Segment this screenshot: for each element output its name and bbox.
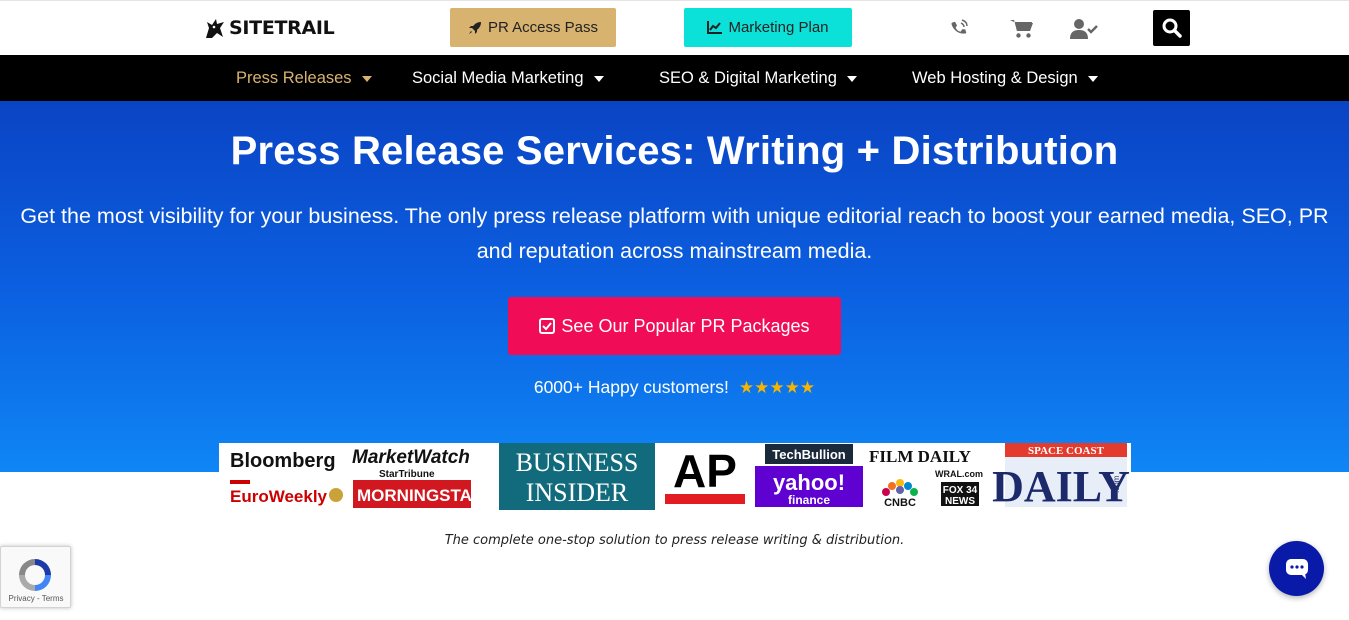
svg-text:DAILY: DAILY — [992, 462, 1130, 510]
svg-text:SPACE COAST: SPACE COAST — [1028, 445, 1105, 457]
svg-text:yahoo!: yahoo! — [773, 470, 845, 495]
nav-label: Social Media Marketing — [412, 69, 584, 87]
recaptcha-privacy-link[interactable]: Privacy — [9, 594, 35, 603]
svg-text:CNBC: CNBC — [884, 497, 916, 509]
rating-stars: ★ ★ ★ ★ ★ — [739, 379, 815, 396]
space-coast-daily-logo: SPACE COAST DAILY .com — [992, 443, 1130, 510]
star-icon: ★ — [754, 378, 770, 397]
search-icon — [1162, 18, 1182, 38]
star-icon: ★ — [738, 378, 755, 397]
svg-text:Bloomberg: Bloomberg — [230, 450, 336, 472]
cart-icon[interactable] — [1010, 18, 1034, 40]
caret-down-icon — [846, 75, 857, 82]
marketing-plan-button[interactable]: Marketing Plan — [684, 8, 852, 47]
main-navigation: Press Releases Social Media Marketing SE… — [0, 55, 1349, 101]
svg-text:WRAL.com: WRAL.com — [935, 469, 983, 479]
svg-text:finance: finance — [788, 493, 830, 507]
marketing-plan-label: Marketing Plan — [728, 19, 829, 36]
film-daily-logo: FILM DAILY — [869, 447, 971, 466]
media-logos-strip: Bloomberg MarketWatch StarTribune EuroWe… — [219, 443, 1131, 510]
pr-access-pass-button[interactable]: PR Access Pass — [450, 8, 616, 47]
nav-item-social-media-marketing[interactable]: Social Media Marketing — [412, 69, 604, 88]
nav-item-web-hosting-design[interactable]: Web Hosting & Design — [912, 69, 1098, 88]
search-button[interactable] — [1153, 10, 1190, 46]
nav-label: Web Hosting & Design — [912, 69, 1078, 87]
svg-text:FILM DAILY: FILM DAILY — [869, 447, 971, 466]
svg-text:NEWS: NEWS — [945, 496, 975, 507]
yahoo-finance-logo: yahoo! finance — [755, 466, 863, 507]
chart-line-icon — [707, 21, 723, 34]
top-bar: SITETRAIL PR Access Pass Marketing Plan — [0, 0, 1349, 55]
site-logo[interactable]: SITETRAIL — [204, 16, 335, 40]
bloomberg-logo: Bloomberg — [230, 450, 336, 472]
svg-text:.com: .com — [1112, 475, 1121, 493]
caret-down-icon — [593, 75, 604, 82]
cta-label: See Our Popular PR Packages — [561, 315, 810, 336]
wral-logo: WRAL.com — [935, 469, 983, 479]
recaptcha-terms-link[interactable]: Terms — [42, 594, 64, 603]
fox34-news-logo: FOX 34 NEWS — [941, 482, 979, 507]
svg-text:BUSINESS: BUSINESS — [516, 448, 639, 477]
nav-label: SEO & Digital Marketing — [659, 69, 837, 87]
caret-down-icon — [361, 75, 372, 82]
happy-customers-text: 6000+ Happy customers! — [533, 377, 729, 397]
svg-text:EuroWeekly: EuroWeekly — [230, 487, 328, 506]
star-icon: ★ — [799, 378, 816, 397]
tagline: The complete one-stop solution to press … — [444, 533, 905, 548]
unicorn-logo-icon — [206, 19, 224, 38]
svg-text:MarketWatch: MarketWatch — [352, 447, 470, 468]
caret-down-icon — [1087, 75, 1098, 82]
recaptcha-badge[interactable]: Privacy - Terms — [0, 546, 71, 608]
svg-text:FOX 34: FOX 34 — [943, 485, 978, 496]
chat-widget-button[interactable] — [1269, 541, 1324, 596]
hero-subtitle: Get the most visibility for your busines… — [20, 204, 1329, 263]
happy-customers: 6000+ Happy customers! ★ ★ ★ ★ ★ — [0, 377, 1349, 398]
phone-icon[interactable] — [950, 18, 968, 40]
ap-logo: AP — [665, 445, 745, 504]
svg-text:MORNINGSTAR: MORNINGSTAR — [357, 486, 484, 505]
nav-item-press-releases[interactable]: Press Releases — [236, 69, 372, 88]
svg-text:AP: AP — [673, 445, 737, 497]
svg-text:TechBullion: TechBullion — [772, 447, 845, 462]
recaptcha-icon — [19, 559, 51, 591]
business-insider-logo: BUSINESS INSIDER — [499, 443, 655, 510]
hero-section: Press Release Services: Writing + Distri… — [0, 101, 1349, 472]
svg-text:StarTribune: StarTribune — [379, 469, 435, 480]
star-icon: ★ — [784, 378, 800, 397]
nav-item-seo-digital-marketing[interactable]: SEO & Digital Marketing — [659, 69, 857, 88]
checkbox-icon — [539, 318, 556, 334]
svg-text:INSIDER: INSIDER — [526, 478, 629, 507]
pr-access-pass-label: PR Access Pass — [487, 19, 599, 36]
logo-text: SITETRAIL — [229, 17, 335, 39]
hero-title: Press Release Services: Writing + Distri… — [230, 129, 1119, 173]
techbullion-logo: TechBullion — [765, 444, 853, 464]
user-check-icon[interactable] — [1070, 18, 1098, 40]
star-icon: ★ — [769, 378, 785, 397]
recaptcha-terms: Privacy - Terms — [1, 594, 71, 603]
nav-label: Press Releases — [236, 69, 352, 87]
chat-bubble-icon — [1285, 558, 1308, 579]
see-pr-packages-button[interactable]: See Our Popular PR Packages — [508, 297, 841, 355]
rocket-icon — [468, 21, 481, 34]
morningstar-logo: MORNINGSTAR — [353, 480, 484, 508]
recaptcha-separator: - — [34, 594, 42, 603]
